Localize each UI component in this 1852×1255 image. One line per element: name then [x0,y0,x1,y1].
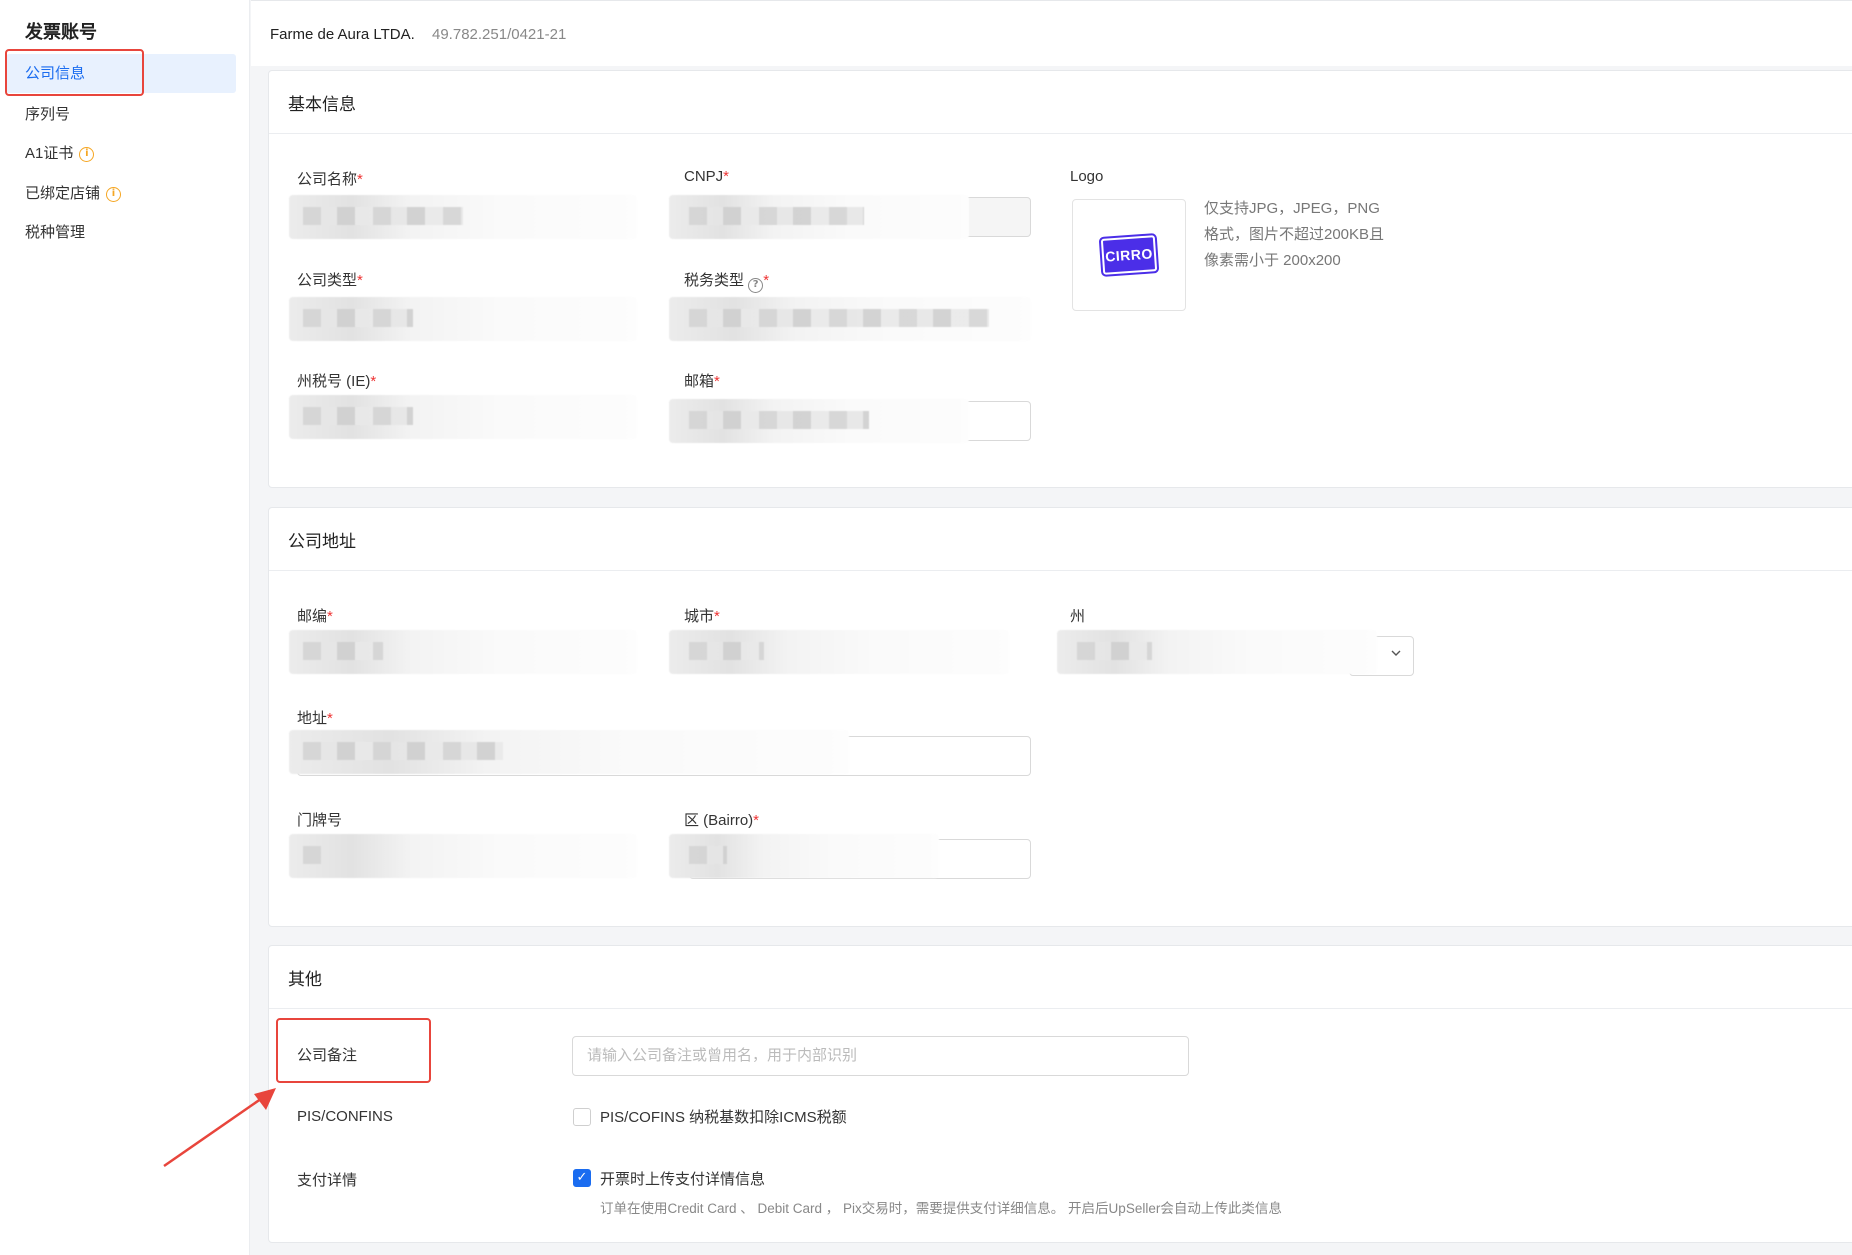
company-name-field[interactable] [289,195,637,239]
logo-hint: 仅支持JPG，JPEG，PNG 格式，图片不超过200KB且 像素需小于 200… [1204,196,1384,274]
pis-confins-checkbox[interactable] [573,1108,591,1126]
section-title-other: 其他 [269,946,1852,1009]
address-blurred-value [289,730,849,774]
state-label: 州 [1070,608,1086,625]
company-name: Farme de Aura LTDA. [270,26,415,43]
required-mark: * [327,608,333,625]
required-mark: * [327,710,333,727]
info-icon: i [79,146,95,162]
house-number-field[interactable] [289,834,637,878]
payment-details-checkbox[interactable]: ✓ [573,1169,591,1187]
chevron-down-icon[interactable] [1389,646,1403,663]
sidebar-item-tax-management[interactable]: 税种管理 [25,221,85,245]
logo-hint-line: 像素需小于 200x200 [1204,252,1341,269]
city-label: 城市* [684,605,720,626]
address-card: 公司地址 邮编* 城市* 州 地址* 门牌号 区 (Bairro)* [268,507,1852,927]
info-icon: i [106,186,122,202]
pis-confins-checkbox-label: PIS/COFINS 纳税基数扣除ICMS税额 [600,1109,847,1126]
address-label: 地址* [297,707,333,728]
state-tax-label: 州税号 (IE)* [297,370,376,391]
label-text: 邮箱 [684,373,715,390]
required-mark: * [714,373,720,390]
payment-details-checkbox-label: 开票时上传支付详情信息 [600,1171,766,1188]
payment-details-hint: 订单在使用Credit Card 、 Debit Card ， Pix交易时，需… [600,1201,1282,1216]
help-icon[interactable]: ? [748,278,764,293]
label-text: CNPJ [684,168,724,185]
company-type-select[interactable] [289,297,637,341]
required-mark: * [763,272,770,289]
required-mark: * [753,812,760,829]
basic-info-card: 基本信息 公司名称* CNPJ* Logo CIRRO 仅支持JPG，JPEG，… [268,70,1852,488]
cnpj-label: CNPJ* [684,168,729,185]
label-text: 城市 [684,608,715,625]
district-label: 区 (Bairro)* [684,809,759,830]
sidebar-title: 发票账号 [25,22,97,42]
required-mark: * [370,373,377,390]
company-name-label: 公司名称* [297,168,363,189]
required-mark: * [357,171,363,188]
logo-image: CIRRO [1098,232,1160,278]
label-text: 税务类型 [684,272,745,289]
required-mark: * [723,168,730,185]
tax-type-label: 税务类型 ? * [684,269,769,293]
email-blurred-value [669,399,969,443]
sidebar-item-serial-number[interactable]: 序列号 [25,103,70,127]
label-text: 州税号 (IE) [297,373,371,390]
city-field[interactable] [669,630,1009,674]
logo-upload[interactable]: CIRRO [1072,199,1186,311]
annotation-arrow-icon [163,1088,276,1168]
cnpj-blurred-value [669,195,969,239]
sidebar: 发票账号 公司信息 序列号 A1证书 i 已绑定店铺 i 税种管理 [0,0,250,1255]
logo-label: Logo [1070,168,1104,185]
state-tax-field[interactable] [289,395,637,439]
state-blurred-value [1057,630,1377,674]
label-text: 地址 [297,710,328,727]
section-title-basic-info: 基本信息 [269,71,1852,134]
required-mark: * [714,608,720,625]
email-label: 邮箱* [684,370,720,391]
section-title-address: 公司地址 [269,508,1852,571]
logo-hint-line: 仅支持JPG，JPEG，PNG [1204,200,1380,217]
highlight-box-remark [276,1018,431,1083]
pis-confins-label: PIS/CONFINS [297,1108,393,1125]
house-number-label: 门牌号 [297,812,343,829]
label-text: 邮编 [297,608,328,625]
label-text: 公司名称 [297,171,358,188]
required-mark: * [357,272,363,289]
tax-type-select[interactable] [669,297,1031,341]
company-type-label: 公司类型* [297,269,363,290]
remark-input[interactable]: 请输入公司备注或曾用名，用于内部识别 [572,1036,1189,1076]
sidebar-item-label: 已绑定店铺 [25,185,101,202]
other-card: 其他 公司备注 请输入公司备注或曾用名，用于内部识别 PIS/CONFINS P… [268,945,1852,1243]
sidebar-item-label: A1证书 [25,145,74,162]
sidebar-item-a1-certificate[interactable]: A1证书 i [25,142,95,166]
highlight-box-company-info [5,49,144,96]
sidebar-item-bound-stores[interactable]: 已绑定店铺 i [25,182,122,206]
company-cnpj: 49.782.251/0421-21 [432,26,567,43]
zip-label: 邮编* [297,605,333,626]
label-text: 区 (Bairro) [684,812,754,829]
label-text: 公司类型 [297,272,358,289]
logo-hint-line: 格式，图片不超过200KB且 [1204,226,1385,243]
sidebar-item-label: 税种管理 [25,224,86,241]
payment-details-label: 支付详情 [297,1172,358,1189]
sidebar-item-label: 序列号 [25,106,71,123]
zip-field[interactable] [289,630,637,674]
company-header: Farme de Aura LTDA. 49.782.251/0421-21 [251,0,1852,66]
district-blurred-value [669,834,939,878]
